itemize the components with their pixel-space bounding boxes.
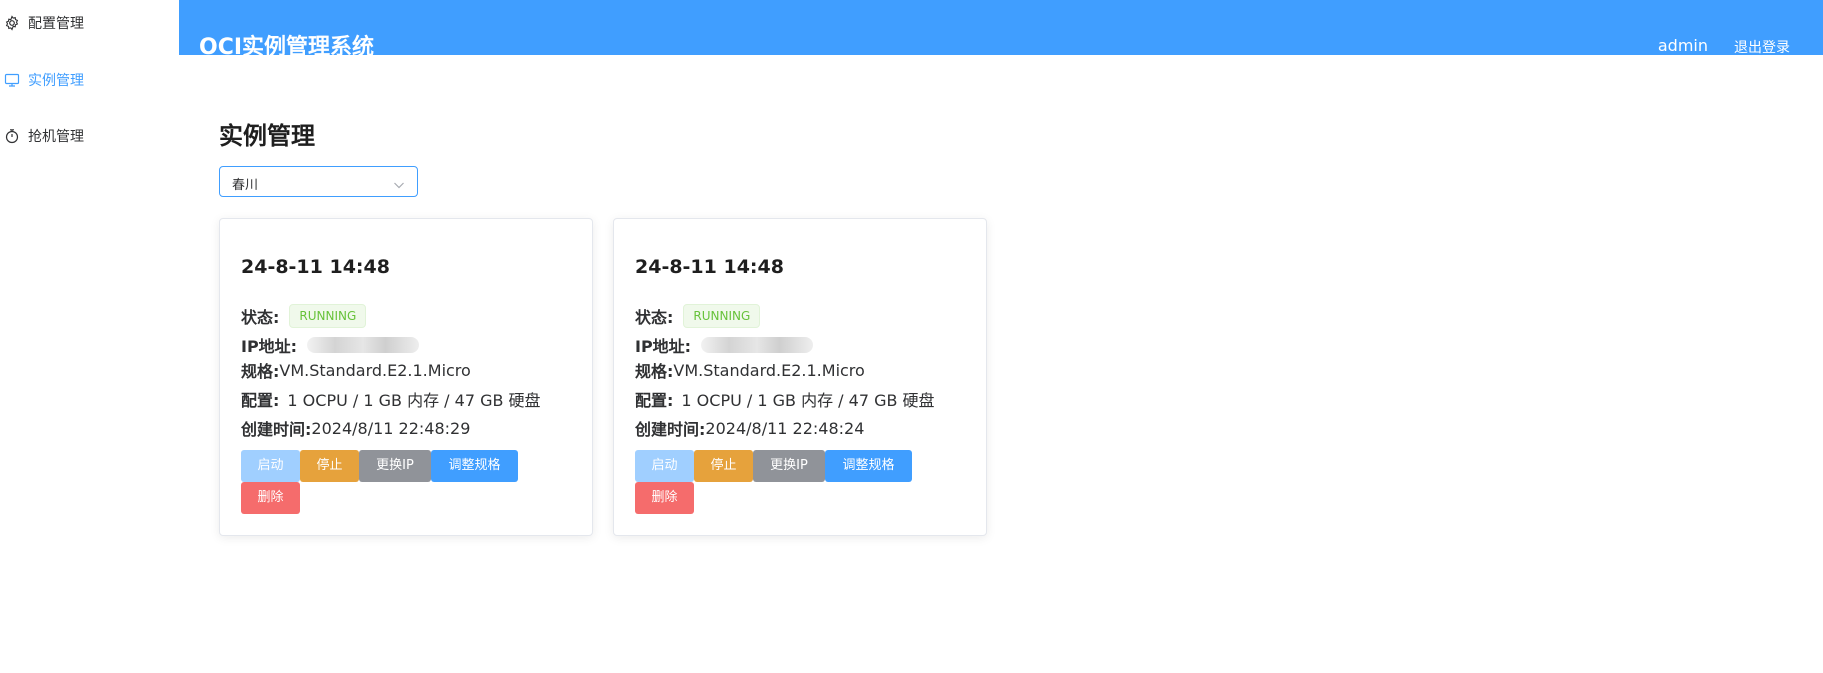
config-label: 配置:: [635, 391, 674, 410]
created-label: 创建时间:: [241, 420, 312, 439]
shape-row: 规格: VM.Standard.E2.1.Micro: [241, 358, 471, 382]
sidebar-item-label: 配置管理: [28, 16, 84, 32]
stop-button[interactable]: 停止: [300, 450, 359, 482]
created-row: 创建时间: 2024/8/11 22:48:29: [241, 416, 470, 440]
sidebar-item-grab[interactable]: 抢机管理: [0, 121, 179, 151]
top-header: OCI实例管理系统 admin 退出登录: [179, 0, 1823, 55]
created-row: 创建时间: 2024/8/11 22:48:24: [635, 416, 864, 440]
shape-label: 规格:: [635, 362, 674, 381]
config-row: 配置: 1 OCPU / 1 GB 内存 / 47 GB 硬盘: [241, 387, 541, 411]
shape-row: 规格: VM.Standard.E2.1.Micro: [635, 358, 865, 382]
monitor-icon: [4, 72, 20, 88]
app-title: OCI实例管理系统: [199, 35, 375, 55]
created-label: 创建时间:: [635, 420, 706, 439]
instance-name: 24-8-11 14:48: [635, 256, 784, 278]
status-label: 状态:: [635, 308, 674, 327]
config-value: 1 OCPU / 1 GB 内存 / 47 GB 硬盘: [681, 391, 935, 410]
status-label: 状态:: [241, 308, 280, 327]
start-button[interactable]: 启动: [241, 450, 300, 482]
sidebar-item-label: 实例管理: [28, 73, 84, 89]
config-value: 1 OCPU / 1 GB 内存 / 47 GB 硬盘: [287, 391, 541, 410]
shape-value: VM.Standard.E2.1.Micro: [279, 360, 471, 380]
ip-label: IP地址:: [241, 337, 298, 356]
sidebar: 配置管理 实例管理 抢机管理: [0, 0, 179, 673]
sidebar-item-instances[interactable]: 实例管理: [0, 65, 179, 95]
status-badge: RUNNING: [289, 304, 367, 328]
sidebar-item-label: 抢机管理: [28, 129, 84, 145]
instance-card: 24-8-11 14:48 状态: RUNNING IP地址: 规格: VM.S…: [613, 218, 987, 536]
region-select[interactable]: 春川: [219, 166, 418, 197]
ip-address-redacted: [307, 337, 420, 353]
page-title: 实例管理: [219, 122, 315, 150]
ip-row: IP地址:: [241, 333, 420, 357]
timer-icon: [4, 128, 20, 144]
change-ip-button[interactable]: 更换IP: [753, 450, 825, 482]
resize-button[interactable]: 调整规格: [825, 450, 912, 482]
created-value: 2024/8/11 22:48:24: [705, 418, 865, 438]
ip-row: IP地址:: [635, 333, 814, 357]
instance-name: 24-8-11 14:48: [241, 256, 390, 278]
region-select-value: 春川: [232, 178, 259, 193]
ip-label: IP地址:: [635, 337, 692, 356]
gear-icon: [4, 15, 20, 31]
status-row: 状态: RUNNING: [241, 304, 367, 328]
shape-label: 规格:: [241, 362, 280, 381]
created-value: 2024/8/11 22:48:29: [311, 418, 471, 438]
sidebar-item-config[interactable]: 配置管理: [0, 8, 179, 38]
delete-button[interactable]: 删除: [241, 482, 300, 514]
shape-value: VM.Standard.E2.1.Micro: [673, 360, 865, 380]
instance-card: 24-8-11 14:48 状态: RUNNING IP地址: 规格: VM.S…: [219, 218, 593, 536]
start-button[interactable]: 启动: [635, 450, 694, 482]
chevron-down-icon: [393, 176, 405, 189]
config-row: 配置: 1 OCPU / 1 GB 内存 / 47 GB 硬盘: [635, 387, 935, 411]
status-badge: RUNNING: [683, 304, 761, 328]
logout-link[interactable]: 退出登录: [1734, 37, 1790, 55]
user-name: admin: [1657, 36, 1708, 55]
resize-button[interactable]: 调整规格: [431, 450, 518, 482]
status-row: 状态: RUNNING: [635, 304, 761, 328]
config-label: 配置:: [241, 391, 280, 410]
stop-button[interactable]: 停止: [694, 450, 753, 482]
ip-address-redacted: [701, 337, 814, 353]
change-ip-button[interactable]: 更换IP: [359, 450, 431, 482]
delete-button[interactable]: 删除: [635, 482, 694, 514]
